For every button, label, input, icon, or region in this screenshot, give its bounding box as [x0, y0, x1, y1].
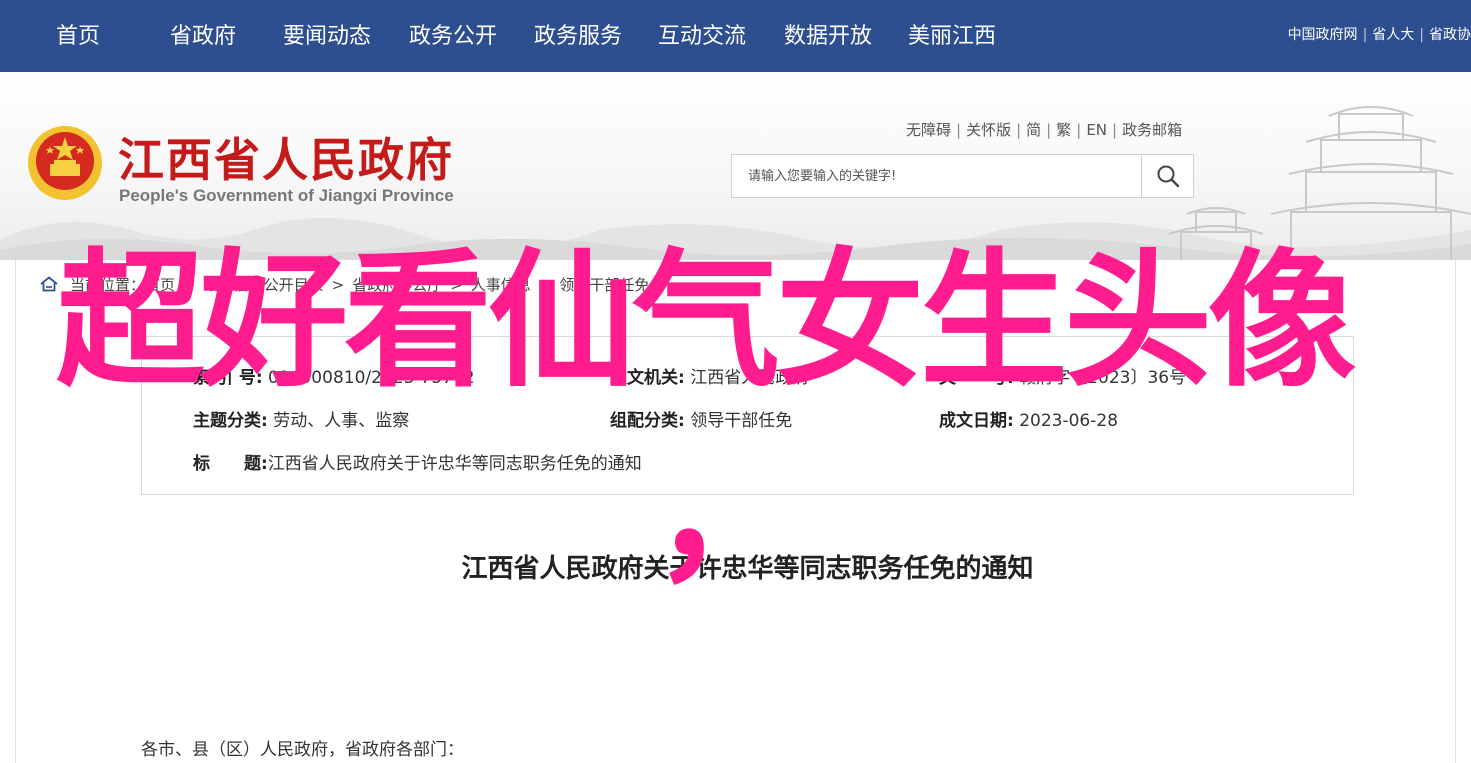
link-china-government[interactable]: 中国政府网: [1288, 27, 1358, 43]
divider: |: [1046, 121, 1052, 139]
content-left-border: [15, 260, 16, 763]
utility-links: 无障碍 | 关怀版 | 简 | 繁 | EN | 政务邮箱: [906, 119, 1182, 140]
nav-item-government-affairs-disclosure[interactable]: 政务公开: [409, 18, 497, 50]
top-external-links: 中国政府网 | 省人大 | 省政协: [1288, 24, 1471, 44]
nav-item-government-services[interactable]: 政务服务: [534, 18, 622, 50]
nav-item-beautiful-jiangxi[interactable]: 美丽江西: [908, 18, 996, 50]
search-box: [731, 154, 1194, 198]
nav-item-provincial-government[interactable]: 省政府: [170, 18, 236, 50]
link-english[interactable]: EN: [1086, 121, 1107, 139]
divider: |: [1112, 121, 1118, 139]
info-title: 标 题:江西省人民政府关于许忠华等同志职务任免的通知: [193, 449, 642, 474]
nav-item-home[interactable]: 首页: [56, 18, 100, 50]
link-accessibility[interactable]: 无障碍: [906, 121, 951, 139]
divider: |: [1362, 27, 1368, 43]
content-right-border: [1455, 260, 1456, 763]
link-simplified-chinese[interactable]: 简: [1026, 121, 1041, 139]
top-navigation-bar: 首页 省政府 要闻动态 政务公开 政务服务 互动交流 数据开放 美丽江西 中国政…: [0, 0, 1471, 72]
nav-item-open-data[interactable]: 数据开放: [784, 18, 872, 50]
overlay-headline-text: 超好看仙气女生头像: [56, 235, 1356, 407]
search-button[interactable]: [1141, 155, 1193, 197]
site-logo-title[interactable]: 江西省人民政府: [118, 124, 454, 190]
link-provincial-cppcc[interactable]: 省政协: [1429, 27, 1471, 43]
link-care-version[interactable]: 关怀版: [966, 121, 1011, 139]
info-label: 标 题:: [193, 454, 268, 474]
divider: |: [1016, 121, 1022, 139]
info-value: 江西省人民政府关于许忠华等同志职务任免的通知: [267, 454, 642, 474]
site-logo-subtitle: People's Government of Jiangxi Province: [119, 186, 454, 205]
nav-item-interaction[interactable]: 互动交流: [658, 18, 746, 50]
divider: |: [1076, 121, 1082, 139]
divider: |: [1419, 27, 1424, 43]
national-emblem-icon: [28, 126, 102, 200]
link-provincial-congress[interactable]: 省人大: [1372, 27, 1414, 43]
link-government-mail[interactable]: 政务邮箱: [1122, 121, 1182, 139]
document-salutation: 各市、县（区）人民政府，省政府各部门：: [141, 740, 464, 760]
link-traditional-chinese[interactable]: 繁: [1056, 121, 1071, 139]
search-input[interactable]: [732, 155, 1142, 197]
nav-item-news[interactable]: 要闻动态: [283, 18, 371, 50]
search-icon: [1157, 165, 1179, 188]
overlay-comma-text: ，: [652, 428, 803, 602]
divider: |: [956, 121, 962, 139]
